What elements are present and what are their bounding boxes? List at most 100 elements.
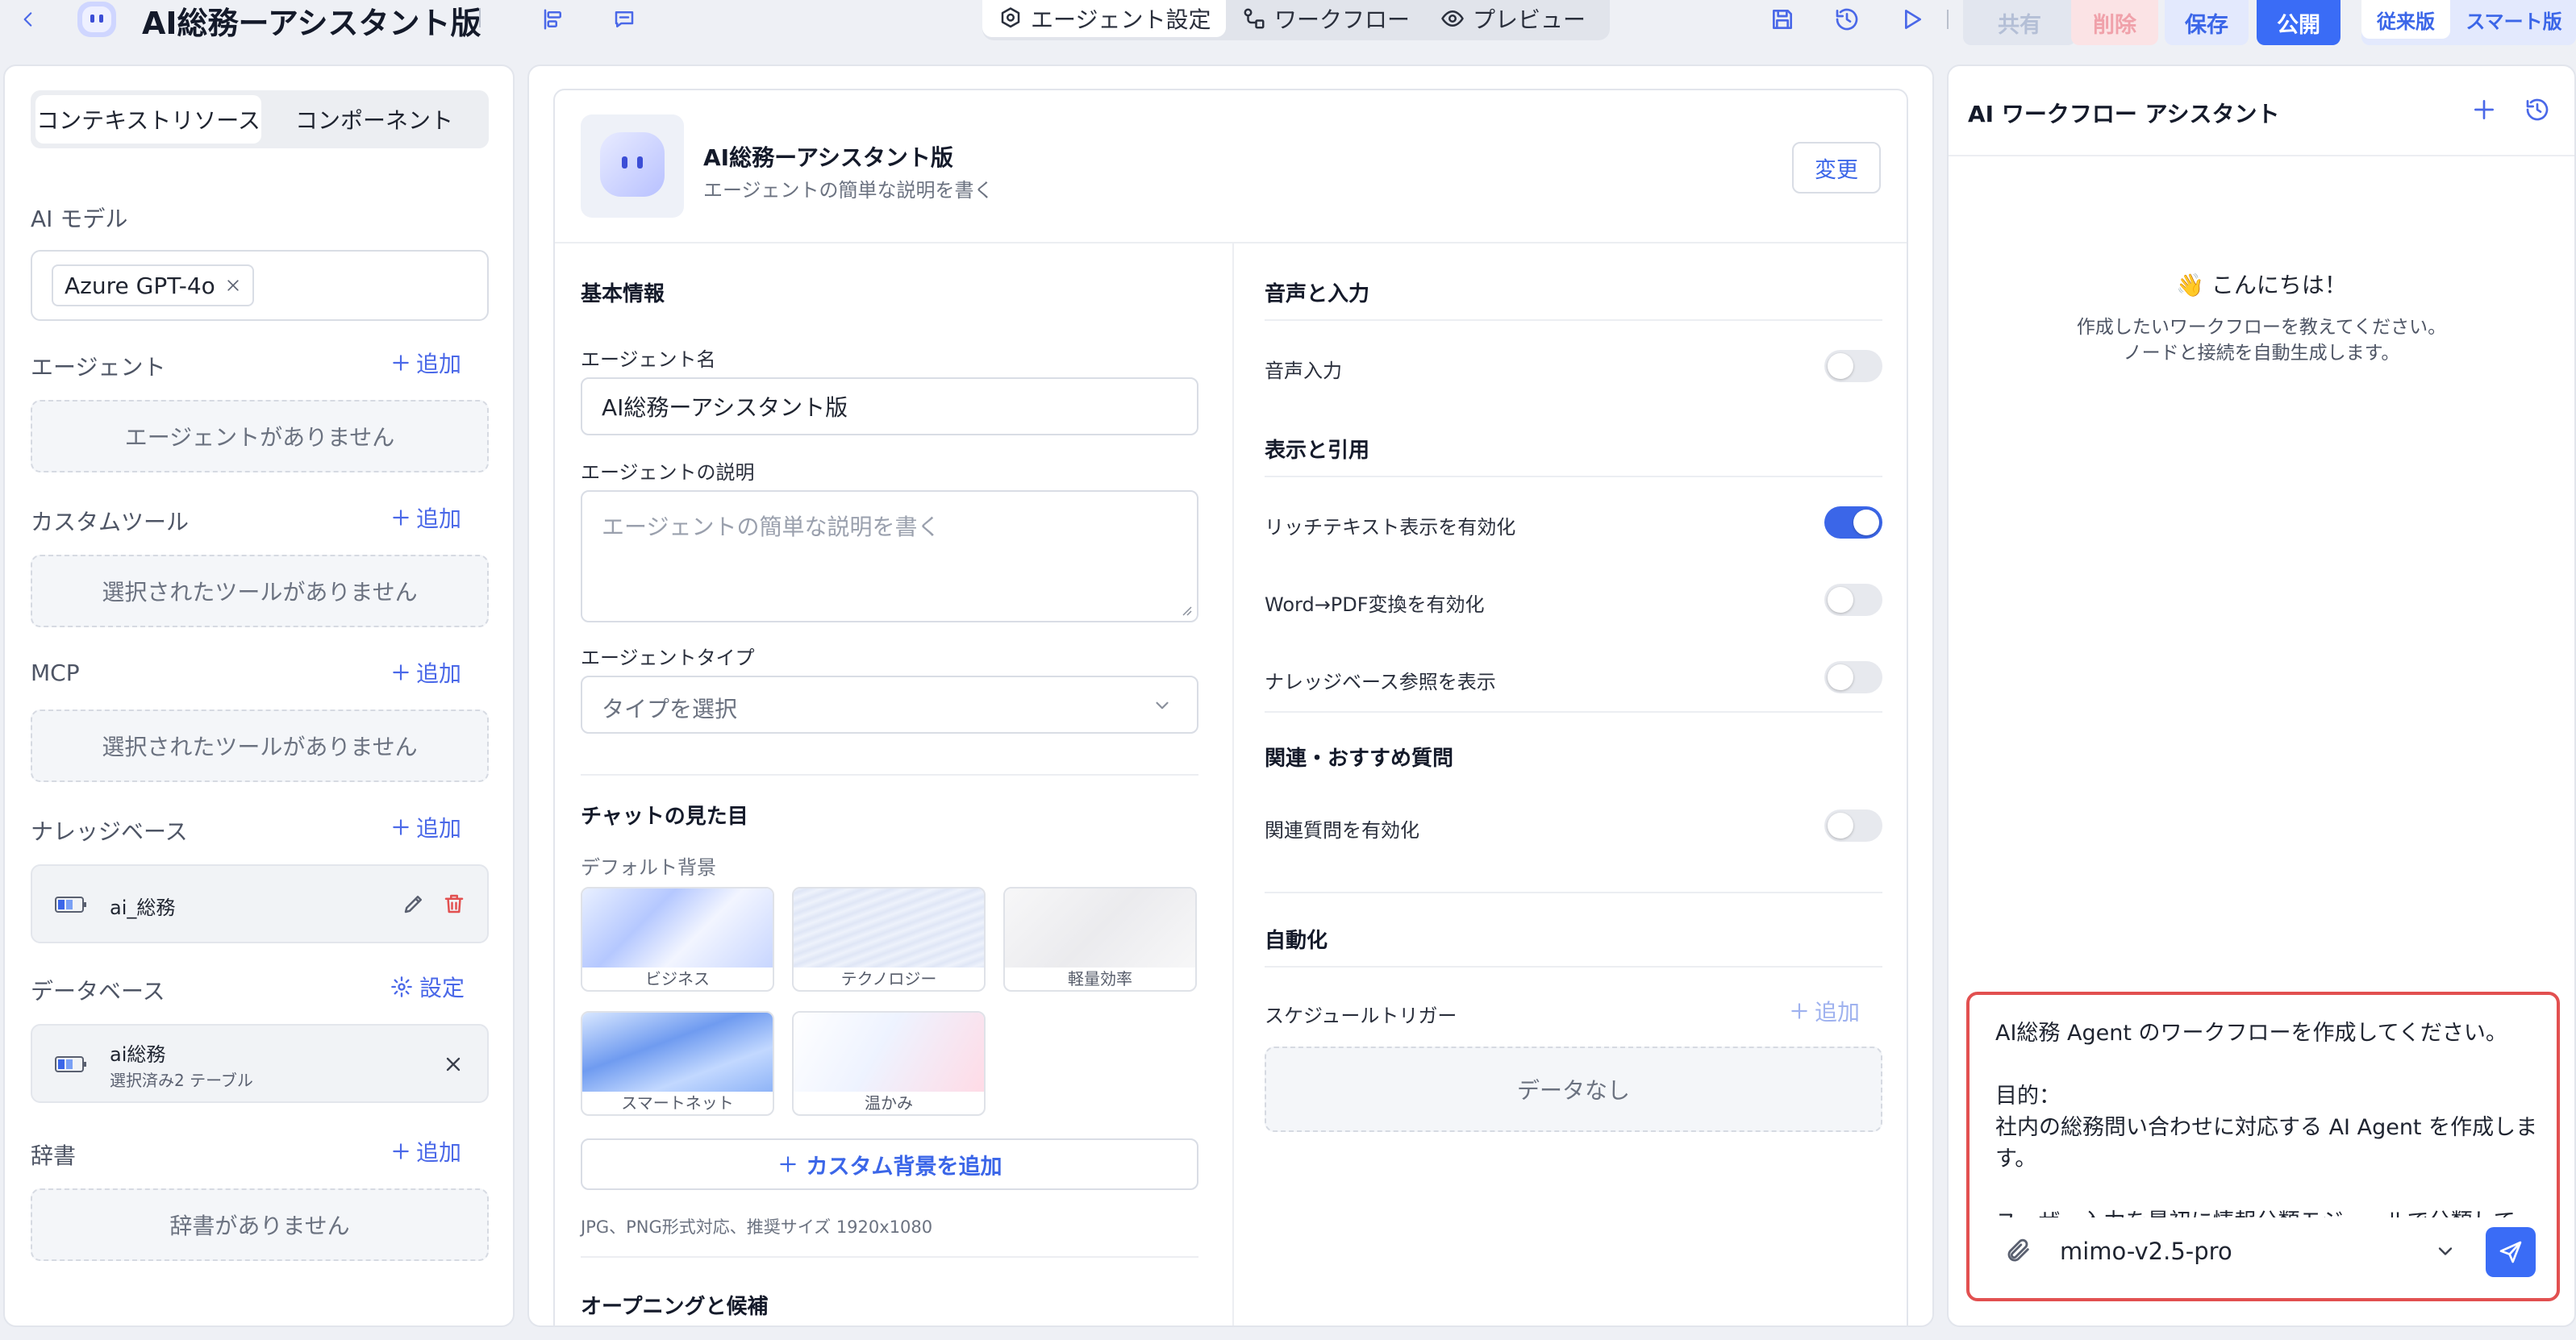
send-button[interactable] <box>2486 1227 2536 1277</box>
chevron-down-icon <box>1156 701 1169 710</box>
custom-tool-empty: 選択されたツールがありません <box>31 555 489 627</box>
database-item[interactable]: ai総務 選択済み2 テーブル <box>31 1024 489 1103</box>
kb-ref-toggle[interactable] <box>1824 661 1882 693</box>
bg-warm[interactable]: 温かみ <box>792 1011 986 1116</box>
add-agent-button[interactable]: 追加 <box>390 347 461 379</box>
automation-divider <box>1265 966 1882 968</box>
agent-settings-panel: AI総務ーアシスタント版 エージェントの簡単な説明を書く 変更 基本情報 エージ… <box>527 65 1934 1327</box>
basic-info-title: 基本情報 <box>581 282 665 306</box>
change-button[interactable]: 変更 <box>1792 142 1881 194</box>
run-button[interactable] <box>1895 3 1928 35</box>
agent-type-label: エージェントタイプ <box>581 647 755 669</box>
plus-icon <box>393 355 409 371</box>
align-button[interactable] <box>536 2 571 37</box>
edit-icon[interactable] <box>402 892 426 916</box>
bg-light-efficiency-image <box>1005 888 1195 968</box>
bg-warm-image <box>794 1013 984 1092</box>
save-button[interactable]: 保存 <box>2165 0 2249 45</box>
add-dictionary-button[interactable]: 追加 <box>390 1135 461 1167</box>
tab-workflow[interactable]: ワークフロー <box>1242 0 1410 37</box>
trash-icon[interactable] <box>442 892 466 916</box>
bg-smart-net[interactable]: スマートネット <box>581 1011 774 1116</box>
agent-desc-textarea[interactable]: エージェントの簡単な説明を書く <box>581 490 1198 622</box>
ai-model-select[interactable]: Azure GPT-4o <box>31 250 489 321</box>
chat-look-divider <box>581 1256 1198 1258</box>
tab-preview[interactable]: プレビュー <box>1440 0 1586 37</box>
model-select[interactable]: mimo-v2.5-pro <box>2060 1230 2463 1272</box>
add-custom-bg-button[interactable]: カスタム背景を追加 <box>581 1138 1198 1190</box>
agent-header-name: AI総務ーアシスタント版 <box>703 144 953 171</box>
related-toggle[interactable] <box>1824 809 1882 842</box>
save-icon <box>1773 9 1792 29</box>
dictionary-empty: 辞書がありません <box>31 1188 489 1261</box>
bg-warm-caption: 温かみ <box>865 1092 913 1113</box>
mode-switcher: エージェント設定 ワークフロー プレビュー <box>982 0 1610 40</box>
bg-light-efficiency[interactable]: 軽量効率 <box>1003 887 1197 992</box>
comment-icon <box>615 11 634 27</box>
agent-desc-label: エージェントの説明 <box>581 461 755 484</box>
history-button[interactable] <box>1831 3 1863 35</box>
voice-input-toggle[interactable] <box>1824 350 1882 382</box>
title-divider <box>479 8 481 27</box>
bg-technology-image <box>794 888 984 968</box>
rich-text-label: リッチテキスト表示を有効化 <box>1265 516 1516 539</box>
paperclip-icon[interactable] <box>2005 1237 2032 1264</box>
close-icon[interactable] <box>225 277 241 293</box>
word-pdf-toggle[interactable] <box>1824 584 1882 616</box>
rich-text-toggle[interactable] <box>1824 506 1882 539</box>
align-left-icon <box>544 9 561 30</box>
schedule-empty: データなし <box>1265 1047 1882 1132</box>
robot-icon <box>600 132 665 197</box>
delete-button[interactable]: 削除 <box>2071 0 2158 45</box>
add-knowledge-button[interactable]: 追加 <box>390 811 461 843</box>
header-divider <box>555 242 1907 243</box>
assistant-hint-2: ノードと接続を自動生成します。 <box>2123 343 2400 364</box>
chevron-left-icon <box>23 12 32 27</box>
share-button[interactable]: 共有 <box>1963 0 2076 45</box>
agent-icon <box>581 114 684 218</box>
add-custom-tool-button[interactable]: 追加 <box>390 501 461 534</box>
plus-icon <box>393 510 409 526</box>
agent-type-placeholder: タイプを選択 <box>602 696 738 722</box>
tab-components[interactable]: コンポーネント <box>265 95 484 144</box>
new-chat-icon[interactable] <box>2471 97 2497 123</box>
history-icon[interactable] <box>2524 97 2550 123</box>
model-chip: Azure GPT-4o <box>52 264 254 306</box>
close-icon[interactable] <box>442 1053 465 1076</box>
assistant-hint-1: 作成したいワークフローを教えてください。 <box>2076 317 2447 338</box>
gear-icon <box>391 976 412 997</box>
bg-technology[interactable]: テクノロジー <box>792 887 986 992</box>
voice-input-label: 音声入力 <box>1265 360 1342 382</box>
settings-icon <box>1001 7 1020 28</box>
version-smart[interactable]: スマート版 <box>2453 0 2574 39</box>
knowledge-item[interactable]: ai_総務 <box>31 864 489 943</box>
action-divider <box>1947 10 1949 29</box>
chat-input[interactable]: AI総務 Agent のワークフローを作成してください。 目的： 社内の総務問い… <box>1995 1017 2544 1217</box>
tab-context-resources[interactable]: コンテキストリソース <box>35 95 261 144</box>
plus-icon <box>393 1143 409 1159</box>
mcp-empty: 選択されたツールがありません <box>31 710 489 782</box>
add-mcp-button[interactable]: 追加 <box>390 656 461 689</box>
related-title: 関連・おすすめ質問 <box>1265 747 1454 771</box>
agent-desc-placeholder: エージェントの簡単な説明を書く <box>602 514 940 540</box>
workflow-icon <box>1244 8 1265 29</box>
add-schedule-button[interactable]: 追加 <box>1789 995 1860 1027</box>
word-pdf-label: Word→PDF変換を有効化 <box>1265 593 1485 616</box>
agent-empty: エージェントがありません <box>31 400 489 472</box>
model-chip-label: Azure GPT-4o <box>65 272 215 299</box>
bg-business[interactable]: ビジネス <box>581 887 774 992</box>
chat-look-title: チャットの見た目 <box>581 805 748 829</box>
save-draft-button[interactable] <box>1766 3 1799 35</box>
model-select-value: mimo-v2.5-pro <box>2060 1238 2232 1265</box>
database-settings-button[interactable]: 設定 <box>390 971 465 1003</box>
agent-type-select[interactable]: タイプを選択 <box>581 676 1198 734</box>
comment-button[interactable] <box>606 2 642 37</box>
kb-ref-divider <box>1265 711 1882 713</box>
assistant-header-divider <box>1949 155 2574 156</box>
publish-button[interactable]: 公開 <box>2257 0 2340 45</box>
tab-agent-settings[interactable]: エージェント設定 <box>982 0 1226 37</box>
agent-avatar <box>74 0 119 40</box>
version-classic[interactable]: 従来版 <box>2361 0 2450 39</box>
agent-name-input[interactable]: AI総務ーアシスタント版 <box>581 377 1198 435</box>
back-button[interactable] <box>15 3 42 35</box>
